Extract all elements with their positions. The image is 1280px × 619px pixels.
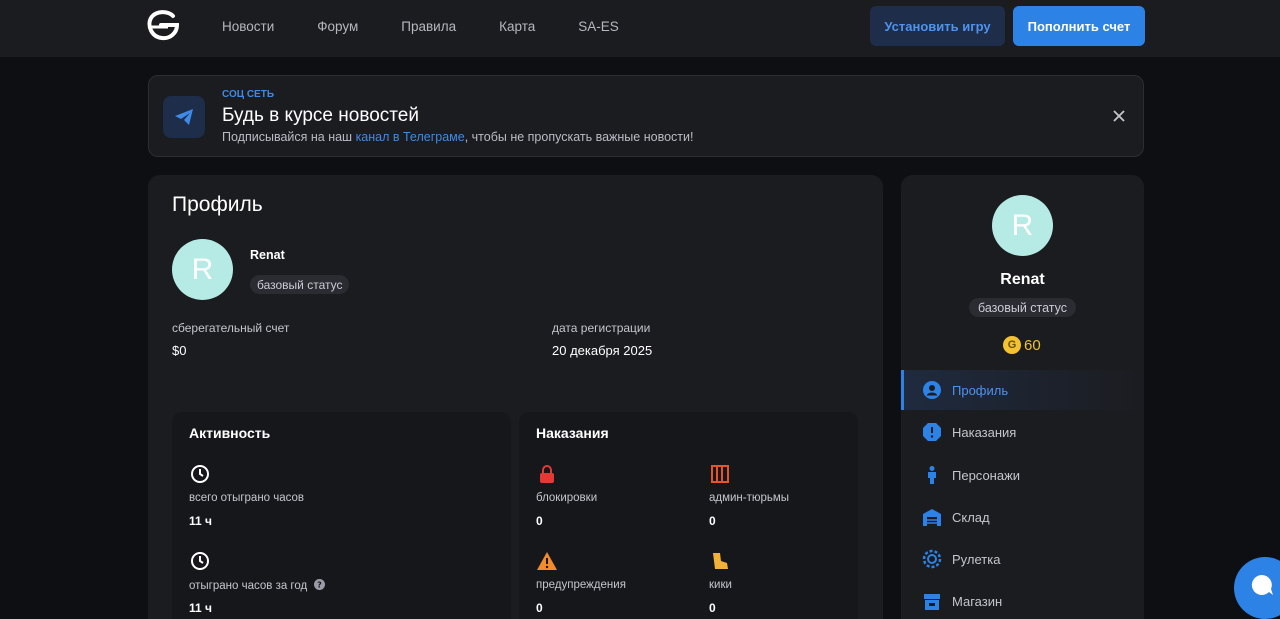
chat-button[interactable] [1234, 557, 1280, 619]
alert-icon [923, 423, 941, 441]
status-badge: базовый статус [969, 298, 1076, 317]
warning-icon [537, 552, 557, 570]
lock-icon [540, 465, 554, 483]
telegram-banner: СОЦ СЕТЬ Будь в курсе новостей Подписыва… [148, 75, 1144, 157]
person-icon [928, 466, 936, 484]
logo-icon[interactable] [146, 9, 180, 42]
registration-label: дата регистрации [552, 321, 651, 335]
savings-label: сберегательный счет [172, 321, 290, 335]
banner-text-before: Подписывайся на наш [222, 130, 356, 144]
coin-icon: G [1003, 336, 1021, 354]
telegram-icon [163, 96, 205, 138]
user-icon [923, 381, 941, 399]
banner-text-after: , чтобы не пропускать важные новости! [464, 130, 694, 144]
profile-panel: Профиль R Renat базовый статус сберегате… [148, 175, 883, 619]
telegram-link[interactable]: канал в Телеграме [356, 130, 465, 144]
total-hours-label: всего отыграно часов [189, 492, 305, 504]
kicks-label: кики [709, 579, 732, 591]
nav-news[interactable]: Новости [222, 19, 274, 34]
sidebar-item-label: Склад [952, 509, 990, 525]
sidebar-item-label: Магазин [952, 593, 1003, 609]
sidebar-username: Renat [1000, 271, 1045, 288]
savings-value: $0 [172, 343, 187, 358]
warehouse-icon [923, 509, 941, 526]
banner-text: Подписывайся на наш канал в Телеграме, ч… [222, 130, 693, 144]
avatar: R [172, 239, 233, 300]
clock-icon [191, 465, 209, 483]
nav-map[interactable]: Карта [499, 19, 535, 34]
account-sidebar: R Renat базовый статус G 60 Профиль Нака… [901, 175, 1144, 619]
nav-rules[interactable]: Правила [401, 19, 456, 34]
install-game-button[interactable]: Установить игру [870, 6, 1005, 46]
activity-title: Активность [189, 425, 271, 441]
roulette-icon [922, 549, 942, 569]
sidebar-item-label: Профиль [952, 382, 1009, 398]
activity-card: Активность всего отыграно часов 11 ч оты… [172, 412, 511, 619]
main-nav: Новости Форум Правила Карта SA-ES [222, 0, 662, 52]
year-hours-value: 11 ч [189, 601, 212, 615]
top-bar: Новости Форум Правила Карта SA-ES Устано… [0, 0, 1280, 57]
sidebar-item-roulette[interactable]: Рулетка [901, 539, 1144, 579]
sidebar-item-label: Наказания [952, 424, 1017, 440]
help-icon[interactable]: ? [314, 579, 326, 590]
punishments-title: Наказания [536, 425, 609, 441]
coin-balance: G 60 [1003, 336, 1041, 354]
year-hours-label: отыграно часов за год ? [189, 579, 326, 592]
kicks-value: 0 [709, 601, 716, 615]
banner-kicker: СОЦ СЕТЬ [222, 89, 275, 100]
nav-forum[interactable]: Форум [317, 19, 358, 34]
jail-icon [711, 465, 729, 483]
svg-text:?: ? [318, 581, 323, 590]
admin-jails-label: админ-тюрьмы [709, 492, 790, 504]
coin-amount: 60 [1024, 336, 1041, 354]
warnings-value: 0 [536, 601, 543, 615]
registration-value: 20 декабря 2025 [552, 343, 653, 358]
topup-button[interactable]: Пополнить счет [1013, 6, 1145, 46]
sidebar-item-characters[interactable]: Персонажи [901, 455, 1144, 495]
status-badge: базовый статус [250, 275, 350, 294]
total-hours-value: 11 ч [189, 514, 212, 528]
sidebar-item-warehouse[interactable]: Склад [901, 497, 1144, 537]
warnings-label: предупреждения [536, 579, 626, 591]
bans-value: 0 [536, 514, 543, 528]
sidebar-item-profile[interactable]: Профиль [901, 370, 1144, 410]
sidebar-item-punishments[interactable]: Наказания [901, 412, 1144, 452]
chat-icon [1251, 574, 1273, 595]
close-icon[interactable] [1109, 106, 1129, 126]
bans-label: блокировки [536, 492, 598, 504]
sidebar-item-shop[interactable]: Магазин [901, 581, 1144, 619]
sidebar-item-label: Персонажи [952, 467, 1021, 483]
page-title: Профиль [172, 193, 263, 216]
banner-title: Будь в курсе новостей [222, 105, 419, 126]
username: Renat [250, 248, 285, 262]
year-hours-label-text: отыграно часов за год [189, 580, 308, 592]
clock-icon [191, 552, 209, 570]
nav-sa-es[interactable]: SA-ES [578, 19, 619, 34]
admin-jails-value: 0 [709, 514, 716, 528]
punishments-card: Наказания блокировки 0 админ-тюрьмы 0 пр… [519, 412, 858, 619]
boot-icon [713, 553, 728, 569]
avatar: R [992, 195, 1053, 256]
sidebar-item-label: Рулетка [952, 551, 1001, 567]
shop-icon [924, 594, 940, 610]
